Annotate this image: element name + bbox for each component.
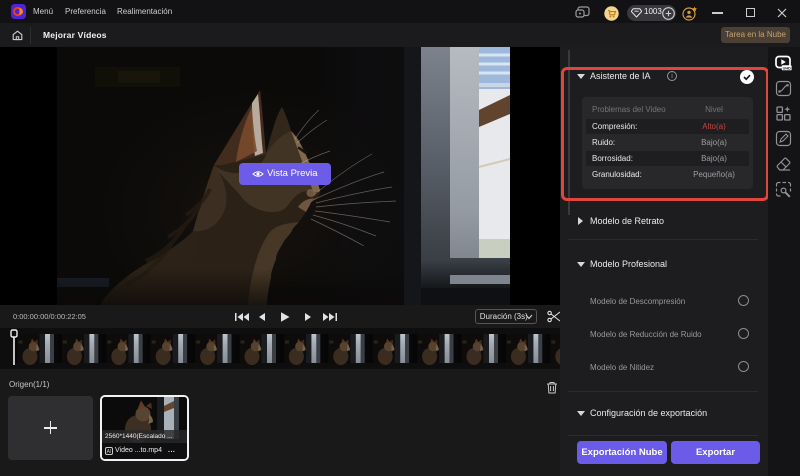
svg-text:UHD: UHD [783,66,791,70]
